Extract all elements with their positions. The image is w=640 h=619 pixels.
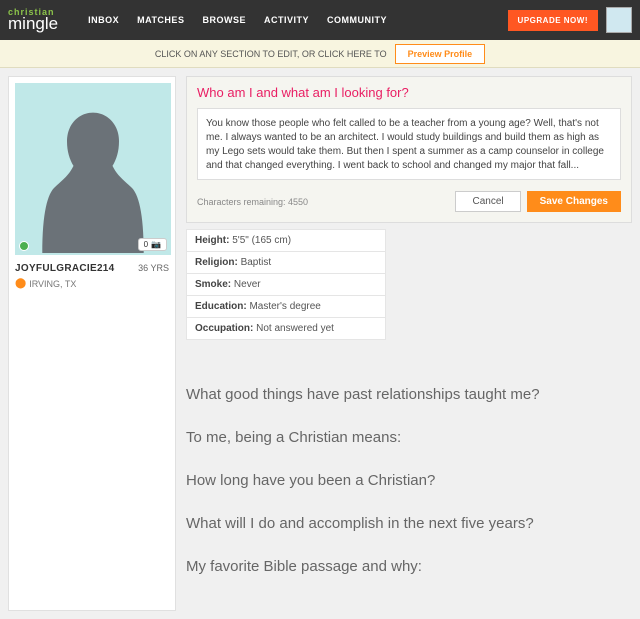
user-avatar-icon[interactable]: [606, 7, 632, 33]
prompt-bible-passage[interactable]: My favorite Bible passage and why:: [186, 558, 632, 575]
prompt-christian-means[interactable]: To me, being a Christian means:: [186, 429, 632, 446]
upgrade-button[interactable]: UPGRADE NOW!: [508, 10, 598, 31]
prompt-past-relationships[interactable]: What good things have past relationships…: [186, 386, 632, 403]
nav-community[interactable]: COMMUNITY: [327, 15, 387, 25]
edit-banner: CLICK ON ANY SECTION TO EDIT, OR CLICK H…: [0, 40, 640, 68]
essay-editor: Who am I and what am I looking for? Char…: [186, 76, 632, 223]
photo-count-badge[interactable]: 0 📷: [138, 238, 167, 251]
site-logo[interactable]: christian mingle: [8, 8, 58, 31]
profile-photo-placeholder[interactable]: 0 📷: [15, 83, 171, 255]
username: JOYFULGRACIE214: [15, 263, 115, 274]
editor-title: Who am I and what am I looking for?: [197, 85, 621, 100]
main-nav: INBOX MATCHES BROWSE ACTIVITY COMMUNITY: [88, 15, 387, 25]
detail-smoke: Smoke: Never: [186, 274, 386, 296]
nav-activity[interactable]: ACTIVITY: [264, 15, 309, 25]
silhouette-icon: [28, 95, 158, 255]
prompt-five-years[interactable]: What will I do and accomplish in the nex…: [186, 515, 632, 532]
top-right: UPGRADE NOW!: [508, 7, 632, 33]
cancel-button[interactable]: Cancel: [455, 191, 520, 212]
online-status-icon: [19, 241, 29, 251]
nav-inbox[interactable]: INBOX: [88, 15, 119, 25]
location-pin-icon: ⬤: [15, 278, 26, 289]
essay-textarea[interactable]: [197, 108, 621, 180]
char-counter: Characters remaining: 4550: [197, 197, 308, 207]
photo-count: 0: [144, 240, 148, 249]
user-age: 36 YRS: [138, 263, 169, 274]
save-button[interactable]: Save Changes: [527, 191, 621, 212]
detail-height: Height: 5'5" (165 cm): [186, 229, 386, 252]
user-location: IRVING, TX: [29, 279, 76, 289]
top-navbar: christian mingle INBOX MATCHES BROWSE AC…: [0, 0, 640, 40]
profile-card[interactable]: 0 📷 JOYFULGRACIE214 36 YRS ⬤ IRVING, TX: [8, 76, 176, 611]
detail-education: Education: Master's degree: [186, 296, 386, 318]
nav-matches[interactable]: MATCHES: [137, 15, 184, 25]
prompt-how-long-christian[interactable]: How long have you been a Christian?: [186, 472, 632, 489]
camera-icon: 📷: [151, 240, 161, 249]
nav-browse[interactable]: BROWSE: [202, 15, 246, 25]
preview-profile-button[interactable]: Preview Profile: [395, 44, 486, 64]
profile-details[interactable]: Height: 5'5" (165 cm) Religion: Baptist …: [186, 229, 632, 340]
detail-religion: Religion: Baptist: [186, 252, 386, 274]
essay-prompts: What good things have past relationships…: [186, 350, 632, 611]
logo-bottom: mingle: [8, 16, 58, 31]
detail-occupation: Occupation: Not answered yet: [186, 318, 386, 340]
banner-text: CLICK ON ANY SECTION TO EDIT, OR CLICK H…: [155, 49, 387, 59]
